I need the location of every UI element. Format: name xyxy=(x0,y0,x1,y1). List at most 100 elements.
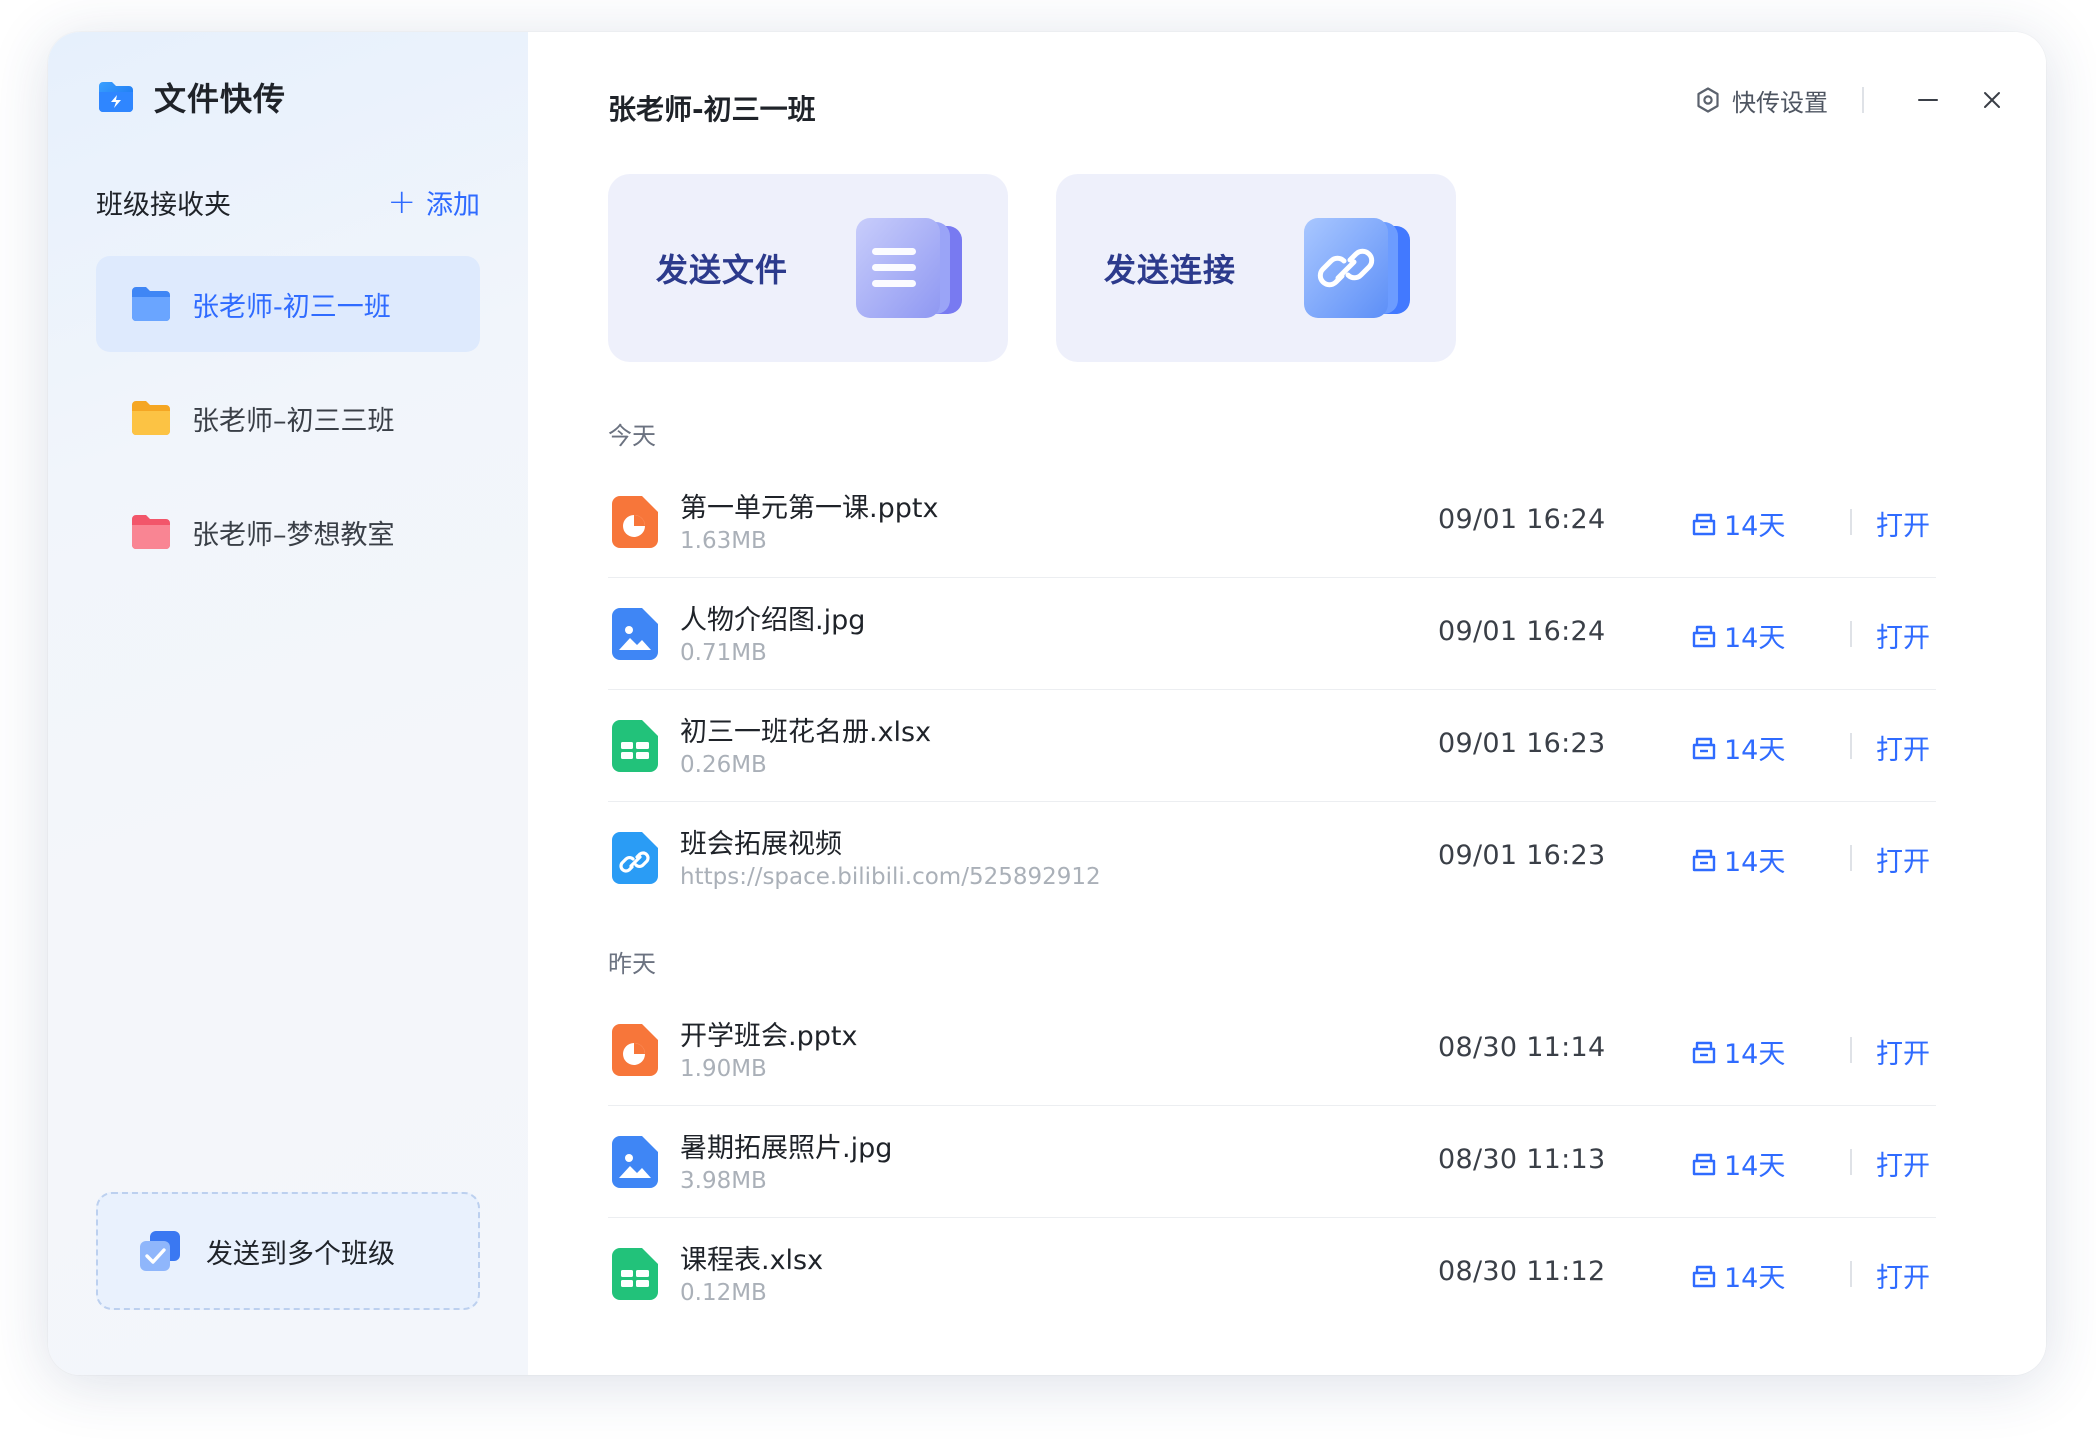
storage-box-icon xyxy=(1692,737,1716,759)
file-time: 08/30 11:13 xyxy=(1438,1144,1606,1175)
open-button[interactable]: 打开 xyxy=(1876,504,1930,543)
expiry-button[interactable]: 14天 xyxy=(1690,1144,1785,1183)
receive-folders-header: 班级接收夹 + 添加 xyxy=(96,180,480,224)
link-stack-icon xyxy=(1304,218,1410,318)
close-icon xyxy=(1984,92,2000,108)
storage-box-icon xyxy=(1692,513,1716,535)
settings-label: 快传设置 xyxy=(1732,88,1828,117)
file-size: 1.90MB xyxy=(680,1056,767,1082)
close-button[interactable] xyxy=(1974,82,2010,118)
file-size: 3.98MB xyxy=(680,1168,767,1194)
open-button[interactable]: 打开 xyxy=(1876,1032,1930,1071)
expiry-label: 14天 xyxy=(1724,847,1786,878)
file-time: 09/01 16:23 xyxy=(1438,840,1606,871)
window-toolbar: 快传设置 xyxy=(1694,78,2010,122)
multi-send-label: 发送到多个班级 xyxy=(206,1238,395,1270)
sidebar-item-label: 张老师-初三一班 xyxy=(192,291,391,323)
file-name: 班会拓展视频 xyxy=(680,829,842,860)
file-name: 开学班会.pptx xyxy=(680,1021,858,1052)
page-title: 张老师-初三一班 xyxy=(608,93,816,126)
file-row[interactable]: 暑期拓展照片.jpg 3.98MB 08/30 11:13 14天 打开 xyxy=(608,1106,1936,1218)
expiry-button[interactable]: 14天 xyxy=(1690,728,1785,767)
sidebar-item-dream-classroom[interactable]: 张老师–梦想教室 xyxy=(96,484,480,580)
ppt-file-icon xyxy=(612,1024,658,1076)
send-to-multiple-classes-button[interactable]: 发送到多个班级 xyxy=(96,1192,480,1310)
group-label-today: 今天 xyxy=(608,422,656,450)
expiry-label: 14天 xyxy=(1724,511,1786,542)
image-file-icon xyxy=(612,608,658,660)
image-file-icon xyxy=(612,1136,658,1188)
file-row[interactable]: 第一单元第一课.pptx 1.63MB 09/01 16:24 14天 打开 xyxy=(608,466,1936,578)
sidebar-item-class-3[interactable]: 张老师–初三三班 xyxy=(96,370,480,466)
folder-icon xyxy=(132,287,170,321)
app-name: 文件快传 xyxy=(154,80,287,118)
expiry-label: 14天 xyxy=(1724,623,1786,654)
file-size: 0.26MB xyxy=(680,752,767,778)
section-title: 班级接收夹 xyxy=(96,189,231,221)
folder-list: 张老师-初三一班 张老师–初三三班 张老师–梦想教室 xyxy=(96,256,480,598)
folder-icon xyxy=(132,515,170,549)
file-list-today: 第一单元第一课.pptx 1.63MB 09/01 16:24 14天 打开 人… xyxy=(608,466,1936,914)
row-divider xyxy=(1850,733,1852,759)
transfer-settings-button[interactable]: 快传设置 xyxy=(1694,83,1828,118)
open-button[interactable]: 打开 xyxy=(1876,1144,1930,1183)
app-window: 文件快传 班级接收夹 + 添加 张老师-初三一班 张老师–初三三班 张老师–梦想… xyxy=(48,32,2046,1375)
multi-select-icon xyxy=(140,1231,180,1271)
storage-box-icon xyxy=(1692,1041,1716,1063)
row-divider xyxy=(1850,1149,1852,1175)
excel-file-icon xyxy=(612,1248,658,1300)
open-button[interactable]: 打开 xyxy=(1876,728,1930,767)
file-size: 1.63MB xyxy=(680,528,767,554)
expiry-label: 14天 xyxy=(1724,1263,1786,1294)
file-row[interactable]: 人物介绍图.jpg 0.71MB 09/01 16:24 14天 打开 xyxy=(608,578,1936,690)
file-time: 09/01 16:24 xyxy=(1438,504,1606,535)
send-link-card[interactable]: 发送连接 xyxy=(1056,174,1456,362)
file-row[interactable]: 初三一班花名册.xlsx 0.26MB 09/01 16:23 14天 打开 xyxy=(608,690,1936,802)
file-row[interactable]: 班会拓展视频 https://space.bilibili.com/525892… xyxy=(608,802,1936,914)
sidebar-item-class-1[interactable]: 张老师-初三一班 xyxy=(96,256,480,352)
add-folder-button[interactable]: + 添加 xyxy=(388,183,481,222)
storage-box-icon xyxy=(1692,625,1716,647)
storage-box-icon xyxy=(1692,849,1716,871)
expiry-label: 14天 xyxy=(1724,1151,1786,1182)
expiry-label: 14天 xyxy=(1724,1039,1786,1070)
send-file-card[interactable]: 发送文件 xyxy=(608,174,1008,362)
document-stack-icon xyxy=(856,218,962,318)
row-divider xyxy=(1850,845,1852,871)
folder-icon xyxy=(132,401,170,435)
storage-box-icon xyxy=(1692,1153,1716,1175)
file-list-yesterday: 开学班会.pptx 1.90MB 08/30 11:14 14天 打开 暑期拓展… xyxy=(608,994,1936,1330)
file-name: 课程表.xlsx xyxy=(680,1245,824,1276)
expiry-button[interactable]: 14天 xyxy=(1690,1256,1785,1295)
row-divider xyxy=(1850,1261,1852,1287)
expiry-button[interactable]: 14天 xyxy=(1690,840,1785,879)
file-row[interactable]: 开学班会.pptx 1.90MB 08/30 11:14 14天 打开 xyxy=(608,994,1936,1106)
open-button[interactable]: 打开 xyxy=(1876,616,1930,655)
ppt-file-icon xyxy=(612,496,658,548)
file-name: 初三一班花名册.xlsx xyxy=(680,717,932,748)
excel-file-icon xyxy=(612,720,658,772)
row-divider xyxy=(1850,509,1852,535)
expiry-button[interactable]: 14天 xyxy=(1690,504,1785,543)
row-divider xyxy=(1850,621,1852,647)
file-name: 第一单元第一课.pptx xyxy=(680,493,939,524)
group-label-yesterday: 昨天 xyxy=(608,950,656,978)
settings-icon xyxy=(1697,87,1719,113)
row-divider xyxy=(1850,1037,1852,1063)
expiry-button[interactable]: 14天 xyxy=(1690,1032,1785,1071)
link-file-icon xyxy=(612,832,658,884)
file-size: 0.71MB xyxy=(680,640,767,666)
expiry-button[interactable]: 14天 xyxy=(1690,616,1785,655)
expiry-label: 14天 xyxy=(1724,735,1786,766)
file-name: 暑期拓展照片.jpg xyxy=(680,1133,893,1164)
brand: 文件快传 xyxy=(96,74,286,120)
plus-icon: + xyxy=(387,182,417,222)
open-button[interactable]: 打开 xyxy=(1876,840,1930,879)
file-row[interactable]: 课程表.xlsx 0.12MB 08/30 11:12 14天 打开 xyxy=(608,1218,1936,1330)
toolbar-divider xyxy=(1862,87,1864,113)
open-button[interactable]: 打开 xyxy=(1876,1256,1930,1295)
file-time: 08/30 11:14 xyxy=(1438,1032,1606,1063)
minimize-button[interactable] xyxy=(1910,82,1946,118)
app-logo-icon xyxy=(99,82,133,112)
file-time: 08/30 11:12 xyxy=(1438,1256,1606,1287)
